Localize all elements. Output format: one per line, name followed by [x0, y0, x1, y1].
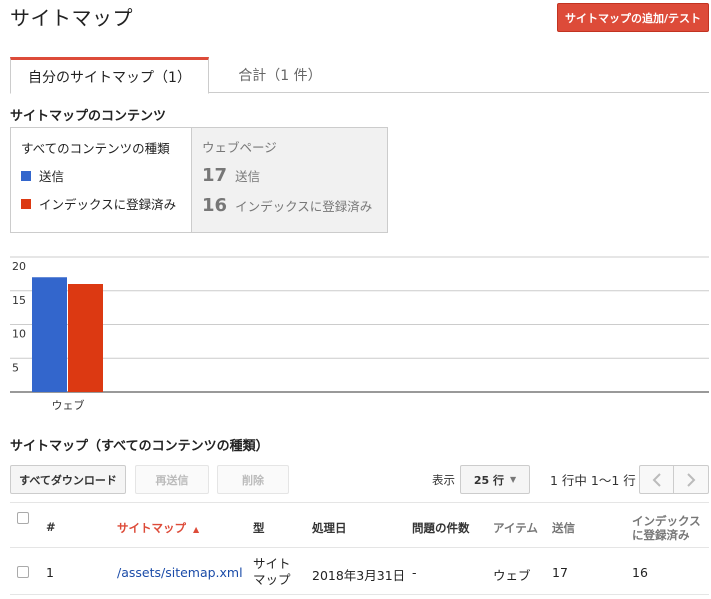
stat-label: 送信 — [235, 169, 261, 184]
delete-button[interactable]: 削除 — [217, 465, 289, 494]
legend-title: すべてのコンテンツの種類 — [21, 141, 170, 156]
download-all-button[interactable]: すべてダウンロード — [10, 465, 126, 494]
column-header-processed[interactable]: 処理日 — [312, 520, 347, 536]
column-header-type[interactable]: 型 — [253, 520, 265, 536]
submitted-swatch — [21, 170, 31, 181]
stat-indexed: 16 インデックスに登録済み — [202, 195, 377, 216]
row-processed: 2018年3月31日 — [312, 568, 406, 583]
column-header-sitemap[interactable]: サイトマップ ▲ — [117, 520, 199, 536]
row-issues: - — [412, 565, 417, 580]
table-top-divider — [10, 502, 709, 503]
sitemap-link[interactable]: /assets/sitemap.xml — [117, 565, 243, 580]
table-row-divider — [10, 594, 709, 595]
row-checkbox[interactable] — [17, 566, 29, 578]
column-header-label: サイトマップ — [117, 521, 186, 535]
y-tick-label: 15 — [12, 294, 26, 307]
table-header-divider — [10, 547, 709, 548]
legend-item-indexed[interactable]: インデックスに登録済み — [21, 194, 181, 213]
column-header-indexed[interactable]: インデックスに登録済み — [632, 514, 706, 542]
stat-submitted: 17 送信 — [202, 165, 377, 186]
chevron-right-icon — [687, 472, 696, 487]
legend-label: 送信 — [39, 169, 65, 184]
stats-title: ウェブページ — [202, 140, 277, 155]
select-all-checkbox[interactable] — [17, 512, 29, 524]
column-header-num: # — [46, 520, 56, 534]
indexed-swatch — [21, 198, 31, 209]
chevron-down-icon: ▼ — [509, 475, 517, 484]
column-header-items[interactable]: アイテム — [493, 520, 538, 536]
page-title: サイトマップ — [10, 6, 133, 30]
content-type-legend: すべてのコンテンツの種類 送信 インデックスに登録済み — [10, 127, 191, 233]
next-page-button[interactable] — [673, 465, 709, 494]
bar-submitted[interactable] — [32, 277, 67, 392]
bar-indexed[interactable] — [68, 284, 103, 392]
tab-all-sitemaps[interactable]: 合計（1 件） — [230, 57, 330, 93]
row-type: サイトマップ — [253, 556, 291, 587]
column-header-issues[interactable]: 問題の件数 — [412, 520, 470, 536]
row-num: 1 — [46, 565, 54, 580]
row-submitted: 17 — [552, 565, 568, 580]
add-sitemap-button[interactable]: サイトマップの追加/テスト — [557, 3, 709, 32]
legend-label: インデックスに登録済み — [39, 197, 177, 212]
x-category-label: ウェブ — [52, 398, 85, 412]
chevron-left-icon — [652, 472, 661, 487]
tab-my-sitemaps[interactable]: 自分のサイトマップ（1） — [10, 57, 209, 94]
y-tick-label: 5 — [12, 361, 19, 374]
row-indexed: 16 — [632, 565, 648, 580]
tab-bar: 自分のサイトマップ（1） 合計（1 件） — [10, 57, 709, 94]
y-tick-label: 10 — [12, 328, 26, 341]
sort-ascending-icon: ▲ — [193, 525, 200, 534]
legend-item-submitted[interactable]: 送信 — [21, 166, 181, 185]
rows-per-page-select[interactable]: 25 行 ▼ — [460, 465, 530, 494]
stat-value: 16 — [202, 195, 228, 216]
web-pages-stats[interactable]: ウェブページ 17 送信 16 インデックスに登録済み — [191, 127, 388, 233]
stat-value: 17 — [202, 165, 228, 186]
bar-chart: 20 15 10 5 ウェブ — [10, 256, 709, 412]
column-header-submitted[interactable]: 送信 — [552, 520, 575, 536]
sitemaps-heading: サイトマップ（すべてのコンテンツの種類） — [10, 439, 269, 454]
prev-page-button[interactable] — [639, 465, 674, 494]
resubmit-button[interactable]: 再送信 — [135, 465, 209, 494]
contents-heading: サイトマップのコンテンツ — [10, 109, 167, 124]
stat-label: インデックスに登録済み — [235, 199, 373, 214]
y-tick-label: 20 — [12, 260, 26, 273]
pagination-text: 1 行中 1〜1 行 — [550, 473, 636, 488]
rows-select-value: 25 行 — [473, 473, 504, 487]
show-label: 表示 — [432, 473, 455, 487]
row-items: ウェブ — [493, 568, 531, 583]
